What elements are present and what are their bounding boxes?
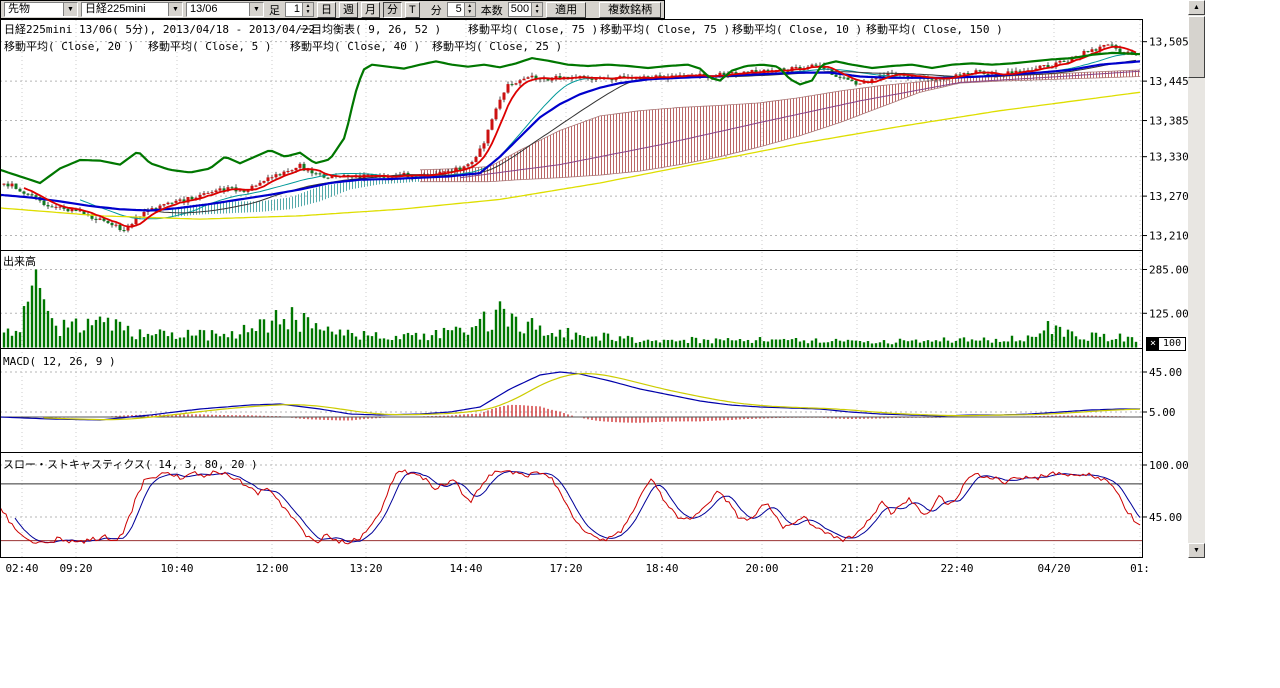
timeframe-minute-button[interactable]: 分 xyxy=(383,2,402,18)
svg-text:13,330: 13,330 xyxy=(1149,151,1189,164)
chart-canvas: 13,505 13,445 13,385 13,330 13,270 13,210 285.… xyxy=(0,0,1280,688)
symbol-value: 日経225mini xyxy=(82,3,168,16)
svg-text:14:40: 14:40 xyxy=(449,562,482,575)
svg-text:01:: 01: xyxy=(1130,562,1150,575)
svg-text:5.00: 5.00 xyxy=(1149,406,1176,419)
minute-value: 5 xyxy=(448,3,464,16)
scroll-down-button[interactable]: ▼ xyxy=(1188,543,1205,558)
svg-text:09:20: 09:20 xyxy=(59,562,92,575)
svg-text:13,385: 13,385 xyxy=(1149,115,1189,128)
instrument-type-select[interactable]: 先物 ▼ xyxy=(4,2,78,17)
svg-text:12:00: 12:00 xyxy=(255,562,288,575)
svg-text:18:40: 18:40 xyxy=(645,562,678,575)
bar-count-label: 本数 xyxy=(481,2,503,18)
instrument-type-value: 先物 xyxy=(5,3,63,16)
toolbar: 先物 ▼ 日経225mini ▼ 13/06 ▼ 足 1 ▲▼ 日 週 月 分 … xyxy=(0,0,665,19)
bar-type-label: 足 xyxy=(269,2,280,18)
vertical-scrollbar[interactable]: ▲ ▼ xyxy=(1188,0,1205,558)
bar-multiplier-value: 1 xyxy=(286,3,302,16)
svg-text:13:20: 13:20 xyxy=(349,562,382,575)
svg-text:21:20: 21:20 xyxy=(840,562,873,575)
contract-month-select[interactable]: 13/06 ▼ xyxy=(186,2,264,17)
apply-button[interactable]: 適用 xyxy=(546,2,586,18)
scrollbar-thumb[interactable] xyxy=(1188,16,1205,78)
timeframe-tick-button[interactable]: T xyxy=(405,2,420,18)
spinner-arrows[interactable]: ▲▼ xyxy=(531,3,542,16)
chart-background xyxy=(0,20,1143,558)
svg-text:22:40: 22:40 xyxy=(940,562,973,575)
svg-text:13,210: 13,210 xyxy=(1149,230,1189,243)
bar-count-value: 500 xyxy=(509,3,531,16)
svg-text:17:20: 17:20 xyxy=(549,562,582,575)
svg-text:13,505: 13,505 xyxy=(1149,36,1189,49)
svg-text:45.00: 45.00 xyxy=(1149,511,1182,524)
svg-text:10:40: 10:40 xyxy=(160,562,193,575)
timeframe-month-button[interactable]: 月 xyxy=(361,2,380,18)
scroll-up-button[interactable]: ▲ xyxy=(1188,0,1205,15)
spinner-arrows[interactable]: ▲▼ xyxy=(464,3,475,16)
chevron-down-icon[interactable]: ▼ xyxy=(168,3,182,16)
svg-text:100.00: 100.00 xyxy=(1149,459,1189,472)
svg-text:13,270: 13,270 xyxy=(1149,190,1189,203)
spin-down-icon[interactable]: ▼ xyxy=(465,9,475,15)
svg-text:04/20: 04/20 xyxy=(1037,562,1070,575)
svg-text:13,445: 13,445 xyxy=(1149,75,1189,88)
timeframe-day-button[interactable]: 日 xyxy=(317,2,336,18)
bar-count-spinner[interactable]: 500 ▲▼ xyxy=(508,2,543,17)
chevron-down-icon[interactable]: ▼ xyxy=(249,3,263,16)
spin-down-icon[interactable]: ▼ xyxy=(532,9,542,15)
contract-month-value: 13/06 xyxy=(187,3,249,16)
svg-text:20:00: 20:00 xyxy=(745,562,778,575)
spinner-arrows[interactable]: ▲▼ xyxy=(302,3,313,16)
svg-text:125.00: 125.00 xyxy=(1149,307,1189,320)
chevron-down-icon[interactable]: ▼ xyxy=(63,3,77,16)
svg-text:285.00: 285.00 xyxy=(1149,263,1189,276)
bar-multiplier-spinner[interactable]: 1 ▲▼ xyxy=(285,2,314,17)
scrollbar-track[interactable] xyxy=(1188,15,1205,543)
svg-text:02:40: 02:40 xyxy=(5,562,38,575)
minute-label: 分 xyxy=(431,2,442,18)
timeframe-week-button[interactable]: 週 xyxy=(339,2,358,18)
svg-text:45.00: 45.00 xyxy=(1149,366,1182,379)
multi-symbol-button[interactable]: 複数銘柄 xyxy=(599,2,661,18)
minute-spinner[interactable]: 5 ▲▼ xyxy=(447,2,476,17)
symbol-select[interactable]: 日経225mini ▼ xyxy=(81,2,183,17)
spin-down-icon[interactable]: ▼ xyxy=(303,9,313,15)
